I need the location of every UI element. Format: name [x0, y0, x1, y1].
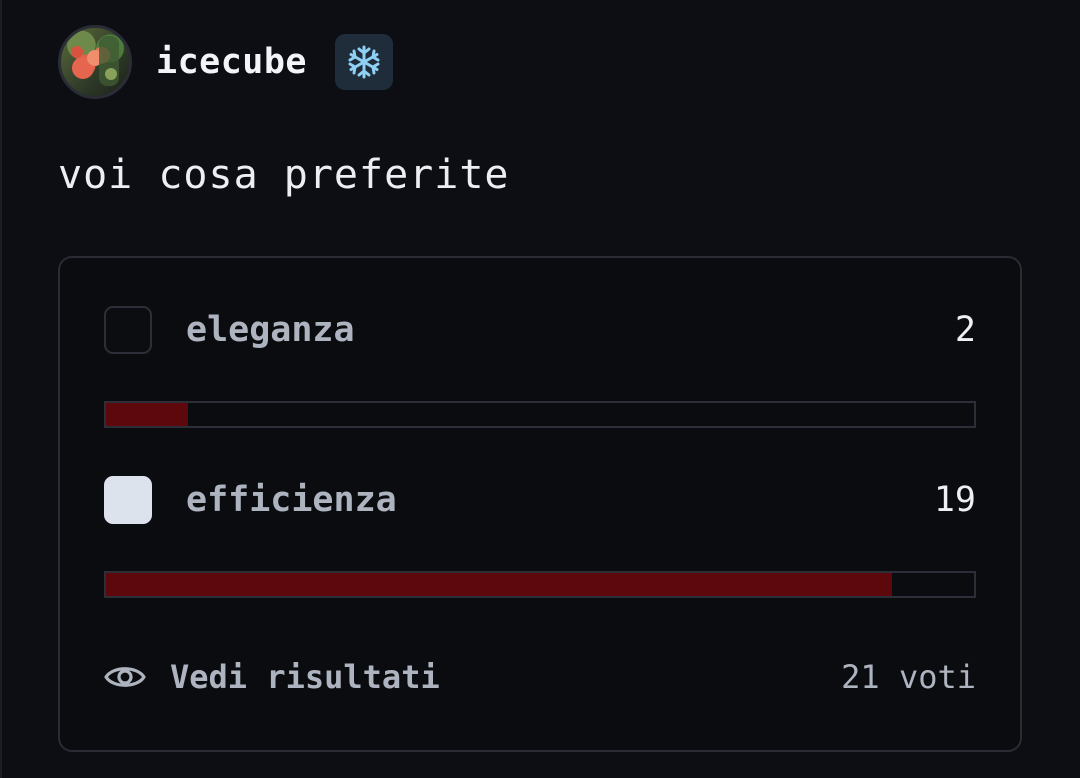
poll-option-bar-fill — [106, 573, 892, 596]
snowflake-icon — [335, 34, 394, 90]
poll-option-votes: 2 — [954, 310, 976, 350]
author-name[interactable]: icecube — [156, 42, 307, 82]
view-results-button[interactable]: Vedi risultati — [170, 658, 841, 696]
poll-option-bar — [104, 401, 976, 428]
total-votes: 21 voti — [841, 658, 976, 696]
poll-option-checkbox[interactable] — [104, 306, 152, 354]
poll-option-bar — [104, 571, 976, 598]
poll-option-bar-fill — [106, 403, 189, 426]
avatar-image — [71, 36, 119, 86]
poll-option-eleganza[interactable]: eleganza 2 — [104, 304, 976, 356]
left-edge-divider — [0, 0, 2, 778]
poll-option-votes: 19 — [933, 480, 976, 520]
avatar[interactable] — [58, 25, 132, 99]
poll-card: eleganza 2 efficienza 19 Vedi risultati … — [58, 256, 1022, 752]
post-text: voi cosa preferite — [58, 152, 510, 198]
post-header: icecube — [58, 24, 394, 100]
poll-option-label: eleganza — [186, 310, 355, 350]
eye-icon[interactable] — [104, 662, 146, 692]
poll-footer: Vedi risultati 21 voti — [104, 654, 976, 700]
poll-option-label: efficienza — [186, 480, 397, 520]
poll-option-efficienza[interactable]: efficienza 19 — [104, 474, 976, 526]
poll-option-checkbox[interactable] — [104, 476, 152, 524]
